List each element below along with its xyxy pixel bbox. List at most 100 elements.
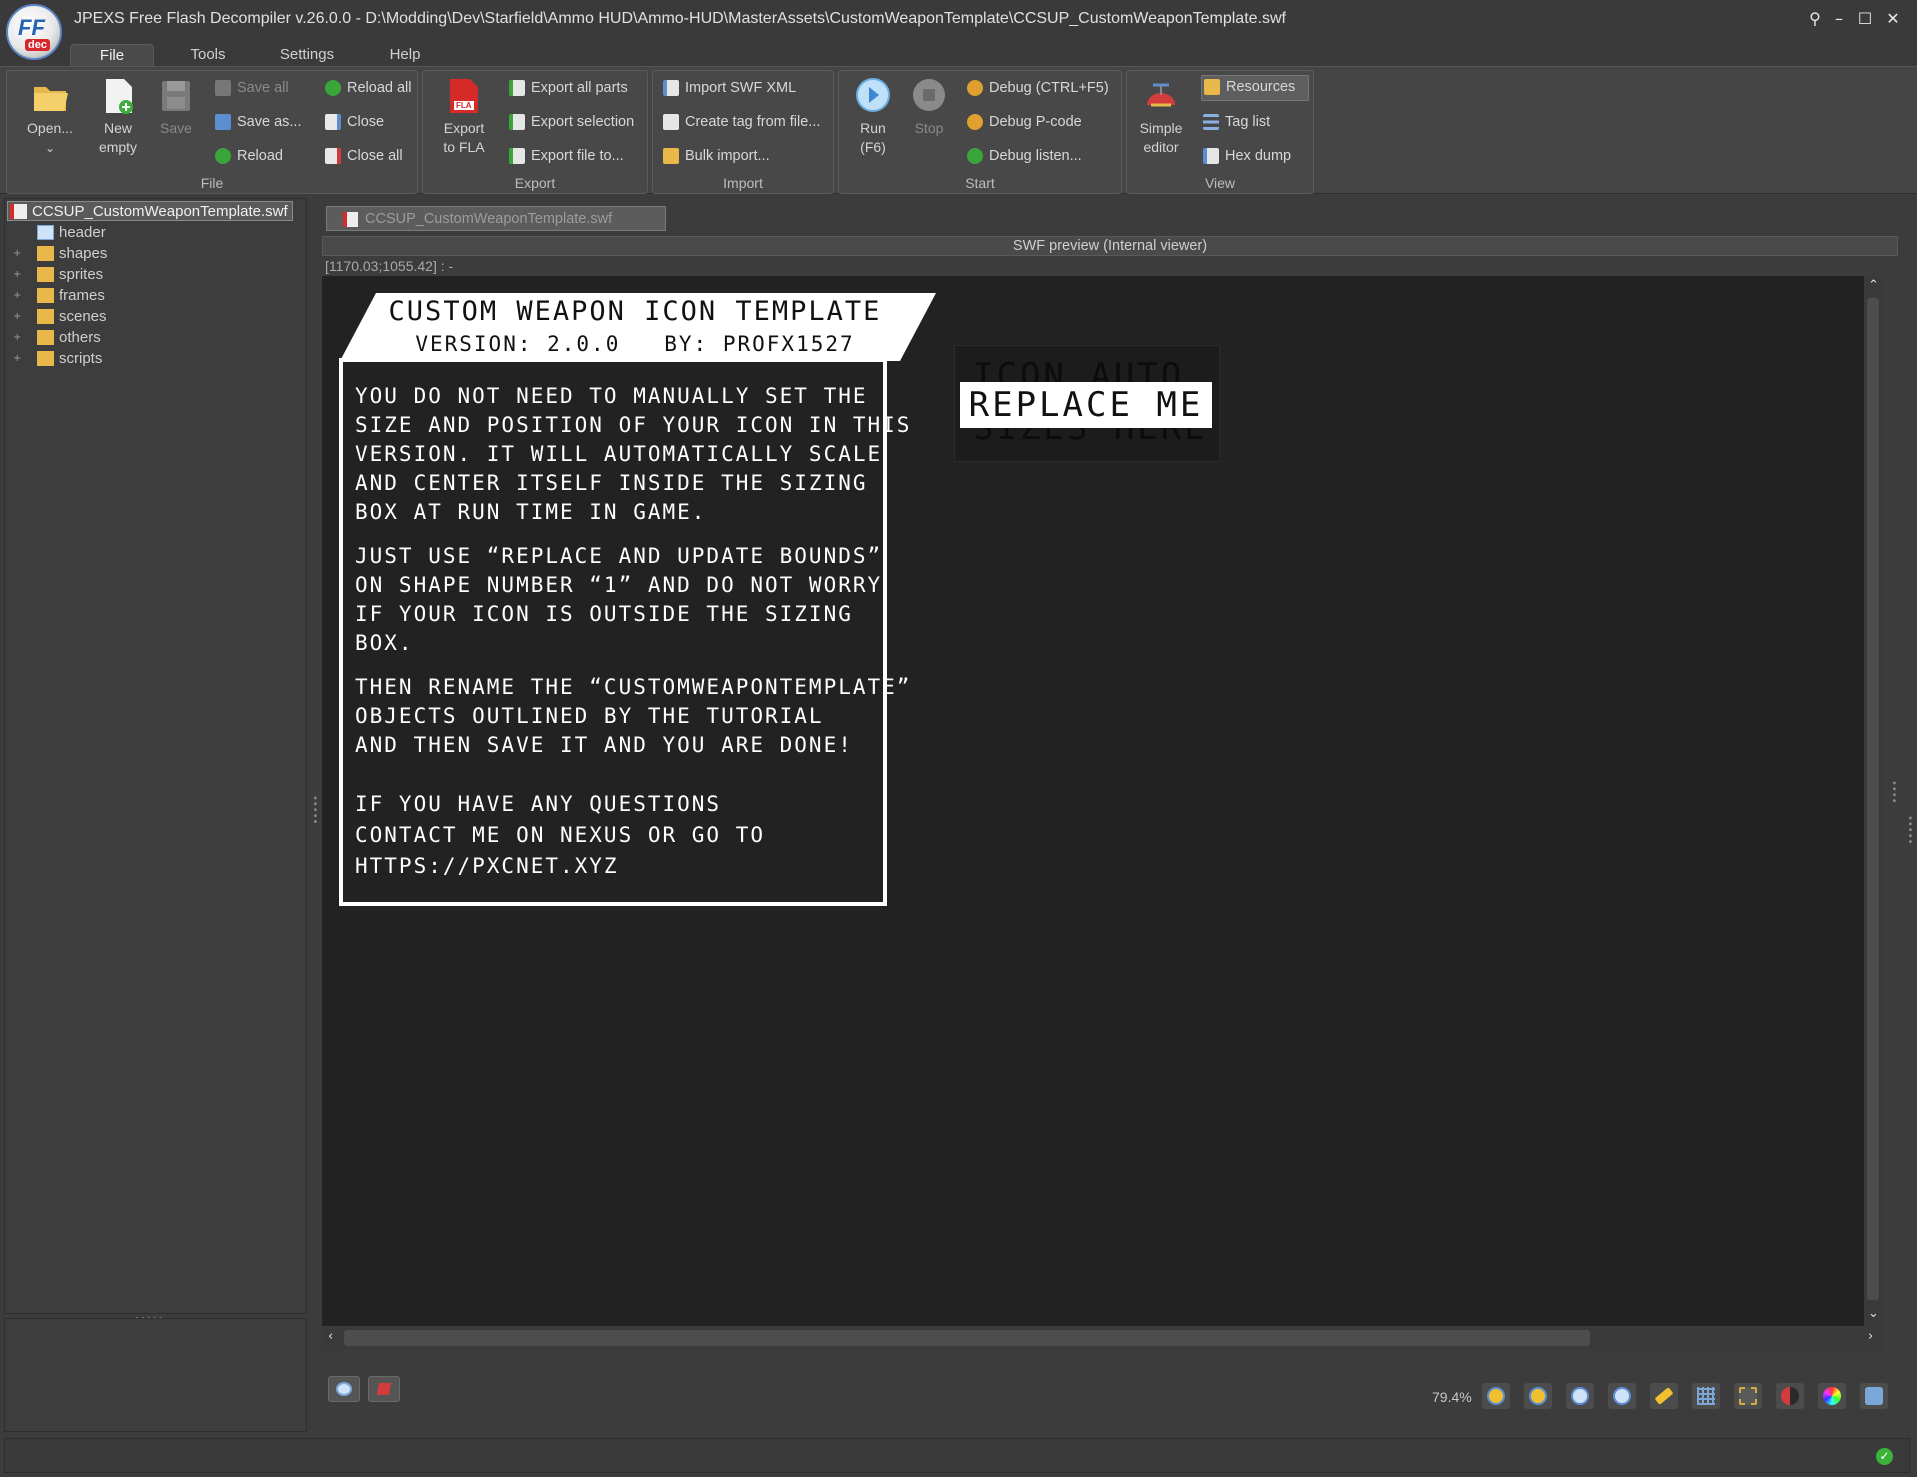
save-as-button[interactable]: Save as... xyxy=(213,111,301,133)
scroll-left-icon[interactable]: ‹ xyxy=(328,1329,333,1344)
new-empty-button[interactable]: New empty xyxy=(83,77,153,157)
bulk-import-icon xyxy=(663,148,679,164)
maximize-button[interactable]: ☐ xyxy=(1856,10,1874,28)
export-fla-button[interactable]: FLA Export to FLA xyxy=(431,77,497,157)
scroll-right-icon[interactable]: › xyxy=(1868,1329,1873,1344)
hex-dump-label: Hex dump xyxy=(1225,148,1292,164)
menu-tab-settings[interactable]: Settings xyxy=(272,44,342,66)
save-button[interactable]: Save xyxy=(151,77,201,138)
document-tab[interactable]: CCSUP_CustomWeaponTemplate.swf xyxy=(326,206,666,231)
grid-button[interactable] xyxy=(1692,1383,1720,1409)
zoom-actual-icon xyxy=(1571,1387,1589,1405)
background-button[interactable] xyxy=(1776,1383,1804,1409)
run-button[interactable]: Run (F6) xyxy=(845,77,901,157)
close-all-button[interactable]: Close all xyxy=(323,145,403,167)
menu-tab-help[interactable]: Help xyxy=(380,44,430,66)
tree-item-shapes[interactable]: shapes xyxy=(35,244,107,264)
expand-icon[interactable]: + xyxy=(13,270,22,280)
hex-dump-button[interactable]: Hex dump xyxy=(1201,145,1291,167)
app-logo[interactable]: FF dec xyxy=(6,4,62,60)
close-all-label: Close all xyxy=(347,148,403,164)
sound-button[interactable] xyxy=(368,1376,400,1402)
reload-icon xyxy=(215,148,231,164)
close-button[interactable]: Close xyxy=(323,111,384,133)
snapshot-button[interactable] xyxy=(1860,1383,1888,1409)
expand-icon[interactable]: + xyxy=(13,249,22,259)
zoom-in-button[interactable] xyxy=(1482,1383,1510,1409)
propeller-hat-icon xyxy=(1143,77,1179,115)
tree-item-others[interactable]: others xyxy=(35,328,101,348)
show-button[interactable] xyxy=(328,1376,360,1402)
zoom-in-icon xyxy=(1487,1387,1505,1405)
menu-tab-file[interactable]: File xyxy=(70,44,154,66)
eye-icon xyxy=(336,1382,352,1396)
close-window-button[interactable]: ✕ xyxy=(1884,10,1902,28)
import-swf-xml-button[interactable]: Import SWF XML xyxy=(661,77,796,99)
pin-icon[interactable]: ⚲ xyxy=(1806,10,1824,28)
zoom-level: 79.4% xyxy=(1432,1389,1472,1405)
splitter-handle[interactable]: •••• xyxy=(1888,780,1899,804)
background-icon xyxy=(1781,1387,1799,1405)
export-selection-button[interactable]: Export selection xyxy=(507,111,634,133)
debug-pcode-button[interactable]: Debug P-code xyxy=(965,111,1082,133)
scroll-down-icon[interactable]: ⌄ xyxy=(1868,1306,1879,1321)
ruler-button[interactable] xyxy=(1650,1383,1678,1409)
snap-button[interactable] xyxy=(1734,1383,1762,1409)
menu-bar: File Tools Settings Help xyxy=(0,40,1917,66)
menu-tab-tools[interactable]: Tools xyxy=(180,44,236,66)
reload-all-icon xyxy=(325,80,341,96)
open-button[interactable]: Open... ⌄ xyxy=(15,77,85,158)
minimize-button[interactable]: – xyxy=(1830,10,1848,28)
tree-lower-panel xyxy=(4,1318,307,1432)
tree-item-header[interactable]: header xyxy=(35,223,106,243)
expand-icon[interactable]: + xyxy=(13,291,22,301)
simple-editor-button[interactable]: Simple editor xyxy=(1131,77,1191,157)
ruler-icon xyxy=(1654,1387,1674,1405)
close-label: Close xyxy=(347,114,385,130)
stop-button[interactable]: Stop xyxy=(901,77,957,138)
hex-file-icon xyxy=(1203,148,1219,164)
expand-icon[interactable]: + xyxy=(13,312,22,322)
save-all-button[interactable]: Save all xyxy=(213,77,289,99)
list-icon xyxy=(1203,114,1219,130)
export-file-to-button[interactable]: Export file to... xyxy=(507,145,624,167)
tree-root-swf[interactable]: CCSUP_CustomWeaponTemplate.swf xyxy=(7,201,293,221)
debug-listen-button[interactable]: Debug listen... xyxy=(965,145,1082,167)
splitter-handle[interactable]: ••••• xyxy=(1904,815,1915,845)
play-icon xyxy=(855,77,891,115)
save-all-label: Save all xyxy=(237,80,289,96)
bulk-import-button[interactable]: Bulk import... xyxy=(661,145,770,167)
tag-list-label: Tag list xyxy=(1225,114,1271,130)
instruction-line: AND THEN SAVE IT AND YOU ARE DONE! xyxy=(355,733,853,757)
zoom-out-button[interactable] xyxy=(1524,1383,1552,1409)
tree-item-scenes[interactable]: scenes xyxy=(35,307,107,327)
splitter-handle[interactable]: ••••• xyxy=(309,795,320,825)
create-tag-button[interactable]: Create tag from file... xyxy=(661,111,820,133)
vertical-scroll-thumb[interactable] xyxy=(1867,298,1879,1300)
swf-file-icon xyxy=(10,204,27,219)
reload-button[interactable]: Reload xyxy=(213,145,283,167)
phone-icon xyxy=(967,148,983,164)
replace-me-shape[interactable]: REPLACE ME xyxy=(960,382,1212,428)
instruction-line: ON SHAPE NUMBER “1” AND DO NOT WORRY xyxy=(355,573,883,597)
expand-icon[interactable]: + xyxy=(13,354,22,364)
scroll-up-icon[interactable]: ⌃ xyxy=(1868,278,1879,293)
tree-item-sprites[interactable]: sprites xyxy=(35,265,103,285)
horizontal-scroll-thumb[interactable] xyxy=(344,1330,1590,1346)
tree-item-scripts[interactable]: scripts xyxy=(35,349,102,369)
horizontal-scrollbar[interactable]: ‹ › xyxy=(322,1326,1884,1350)
zoom-actual-button[interactable] xyxy=(1566,1383,1594,1409)
color-picker-button[interactable] xyxy=(1818,1383,1846,1409)
debug-button[interactable]: Debug (CTRL+F5) xyxy=(965,77,1109,99)
resources-button[interactable]: Resources xyxy=(1201,75,1309,101)
tag-list-button[interactable]: Tag list xyxy=(1201,111,1270,133)
zoom-fit-button[interactable] xyxy=(1608,1383,1636,1409)
stop-label: Stop xyxy=(914,120,944,136)
export-all-parts-button[interactable]: Export all parts xyxy=(507,77,628,99)
instruction-line: IF YOUR ICON IS OUTSIDE THE SIZING xyxy=(355,602,853,626)
open-label: Open... xyxy=(27,120,73,136)
tree-item-frames[interactable]: frames xyxy=(35,286,105,306)
reload-all-button[interactable]: Reload all xyxy=(323,77,412,99)
vertical-scrollbar[interactable]: ⌃ ⌄ xyxy=(1864,276,1884,1326)
expand-icon[interactable]: + xyxy=(13,333,22,343)
